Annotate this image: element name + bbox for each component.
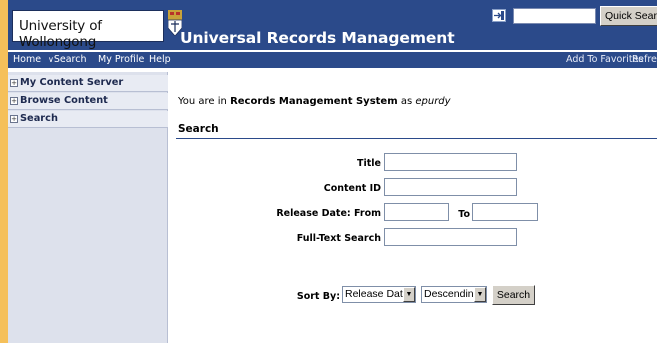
nav-refresh[interactable]: Refre [632, 54, 657, 65]
content-id-label: Content ID [323, 183, 381, 194]
section-divider [176, 138, 657, 139]
sort-order-value: Descending [424, 288, 480, 300]
nav-home[interactable]: Home [13, 54, 41, 65]
sidebar-item-label: My Content Server [20, 77, 124, 88]
current-user: epurdy [415, 96, 451, 107]
sidebar: + My Content Server + Browse Content + S… [8, 72, 168, 343]
sidebar-item-label: Search [20, 113, 58, 124]
sidebar-item-my-content-server[interactable]: + My Content Server [8, 75, 168, 92]
title-label: Title [357, 158, 381, 169]
full-text-search-label: Full-Text Search [296, 233, 381, 244]
main-content: You are in Records Management System as … [174, 72, 657, 343]
sort-by-label: Sort By: [296, 291, 340, 302]
expand-icon[interactable]: + [10, 115, 18, 123]
nav-search[interactable]: ∨Search [48, 54, 87, 65]
logo-text: University of Wollongong [19, 18, 102, 50]
expand-icon[interactable]: + [10, 79, 18, 87]
section-title: Search [178, 123, 219, 135]
sort-order-select[interactable]: Descending ▼ [421, 286, 487, 303]
release-date-to-label: To [458, 209, 470, 220]
search-button[interactable]: Search [492, 285, 535, 305]
university-logo[interactable]: University of Wollongong [12, 10, 164, 50]
nav-bar: Home ∨Search My Profile Help Add To Favo… [8, 52, 657, 68]
sidebar-item-search[interactable]: + Search [8, 111, 168, 128]
quick-search-go-icon[interactable] [492, 9, 506, 22]
sort-field-select[interactable]: Release Date ▼ [342, 286, 416, 303]
content-id-field[interactable] [384, 178, 517, 196]
sidebar-item-browse-content[interactable]: + Browse Content [8, 93, 168, 110]
location-text: You are in Records Management System as … [178, 96, 451, 107]
nav-my-profile[interactable]: My Profile [98, 54, 144, 65]
release-date-from-field[interactable] [384, 203, 449, 221]
title-field[interactable] [384, 153, 517, 171]
expand-icon[interactable]: + [10, 97, 18, 105]
release-date-from-label: Release Date: From [276, 208, 381, 219]
quick-search-input[interactable] [513, 8, 596, 24]
quick-search-button[interactable]: Quick Search [600, 6, 657, 26]
sort-field-value: Release Date [345, 288, 409, 300]
app-title: Universal Records Management [180, 29, 455, 47]
dropdown-arrow-icon: ▼ [403, 287, 415, 302]
full-text-search-field[interactable] [384, 228, 517, 246]
location-name: Records Management System [230, 96, 398, 107]
nav-help[interactable]: Help [149, 54, 171, 65]
sidebar-item-label: Browse Content [20, 95, 108, 106]
release-date-to-field[interactable] [472, 203, 538, 221]
header-bar: University of Wollongong Universal Recor… [8, 0, 657, 50]
dropdown-arrow-icon: ▼ [474, 287, 486, 302]
browser-frame: University of Wollongong Universal Recor… [8, 0, 657, 343]
